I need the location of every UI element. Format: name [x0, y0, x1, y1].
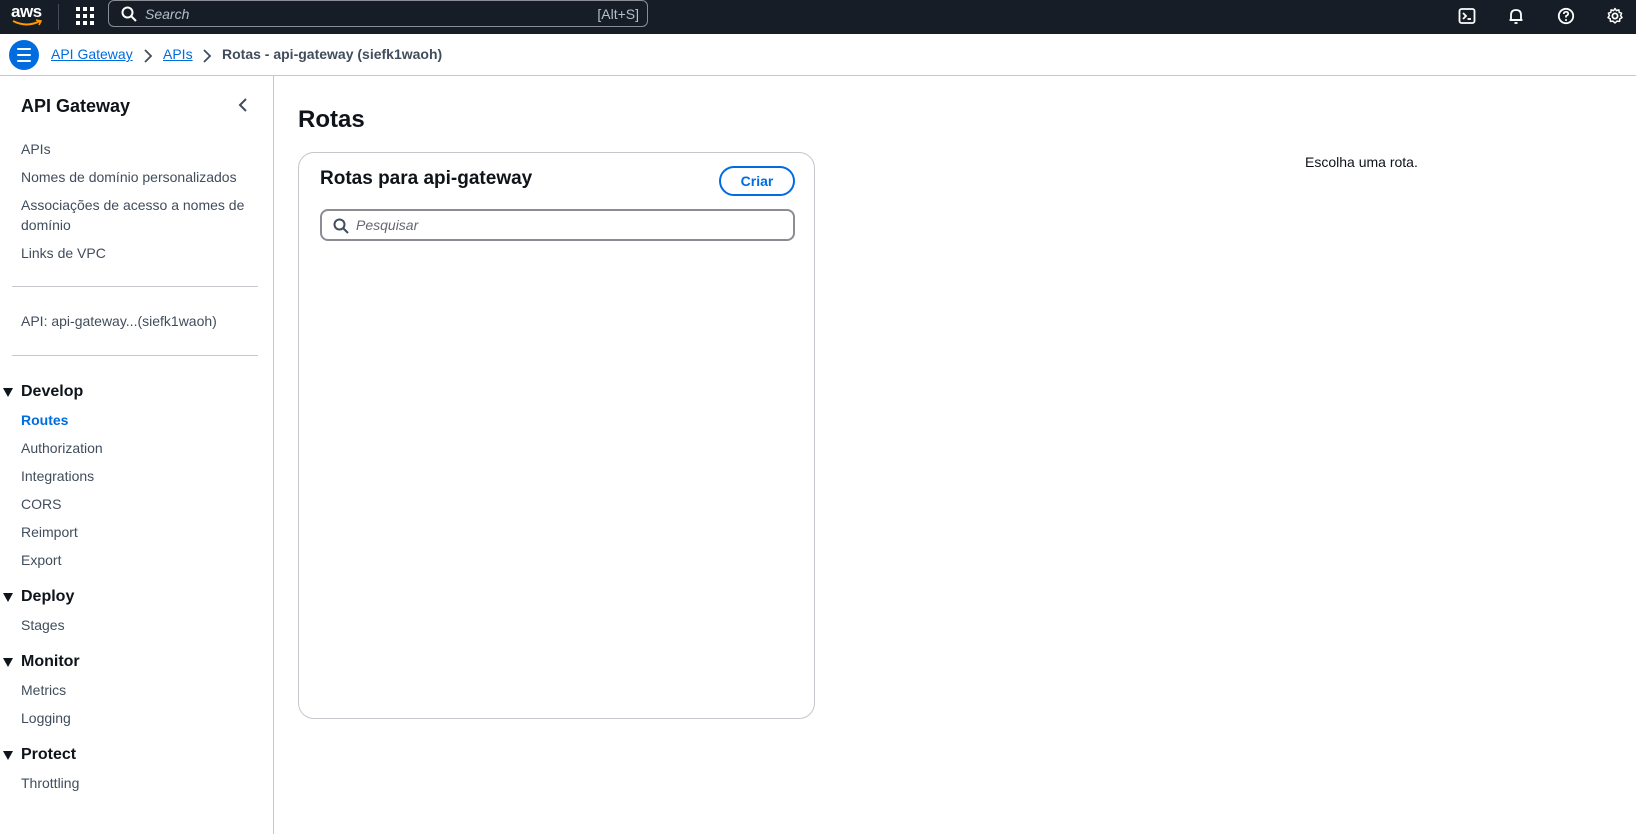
breadcrumb-apis[interactable]: APIs [163, 46, 193, 62]
section-develop[interactable]: Develop [0, 381, 83, 403]
breadcrumb-api-gateway[interactable]: API Gateway [51, 46, 133, 62]
empty-selection-hint: Escolha uma rota. [1305, 154, 1418, 170]
section-monitor[interactable]: Monitor [0, 651, 80, 673]
caret-down-icon [3, 592, 13, 602]
sidebar-divider [12, 286, 258, 287]
sidebar-item-vpc-links[interactable]: Links de VPC [21, 243, 106, 263]
routes-search-input[interactable] [356, 215, 786, 235]
collapse-sidebar-icon[interactable] [234, 96, 252, 114]
help-icon[interactable] [1555, 5, 1577, 27]
sidebar-item-metrics[interactable]: Metrics [21, 680, 66, 700]
panel-title: Rotas para api-gateway [320, 168, 533, 189]
section-label: Deploy [21, 588, 75, 605]
sidebar-item-cors[interactable]: CORS [21, 494, 61, 514]
search-placeholder: Search [145, 6, 190, 22]
routes-search-field[interactable] [320, 209, 795, 241]
nav-divider [58, 4, 59, 30]
chevron-right-icon [144, 49, 153, 63]
top-navigation: aws Search [Alt+S] [0, 0, 1636, 34]
bell-icon[interactable] [1505, 5, 1527, 27]
section-protect[interactable]: Protect [0, 744, 76, 766]
sidebar-item-stages[interactable]: Stages [21, 615, 65, 635]
sidebar-item-authorization[interactable]: Authorization [21, 438, 103, 458]
search-shortcut: [Alt+S] [597, 6, 639, 22]
page-title: Rotas [298, 106, 365, 133]
caret-down-icon [3, 387, 13, 397]
sidebar-item-export[interactable]: Export [21, 550, 61, 570]
sidebar-item-throttling[interactable]: Throttling [21, 773, 79, 793]
sidebar-item-reimport[interactable]: Reimport [21, 522, 78, 542]
sidebar-item-domain-access[interactable]: Associações de acesso a nomes de domínio [21, 195, 251, 235]
cloudshell-icon[interactable] [1456, 5, 1478, 27]
sidebar-item-routes[interactable]: Routes [21, 410, 68, 430]
search-icon [333, 218, 349, 234]
breadcrumb-bar: API Gateway APIs Rotas - api-gateway (si… [0, 34, 1636, 76]
sidebar-item-integrations[interactable]: Integrations [21, 466, 94, 486]
aws-logo[interactable]: aws [10, 2, 44, 30]
section-label: Develop [21, 383, 84, 400]
services-grid-icon[interactable] [74, 5, 94, 25]
sidebar-item-api[interactable]: API: api-gateway...(siefk1waoh) [21, 311, 217, 331]
section-label: Protect [21, 746, 77, 763]
hamburger-menu-icon[interactable] [9, 40, 39, 70]
gear-icon[interactable] [1604, 5, 1626, 27]
side-navigation: API Gateway APIs Nomes de domínio person… [0, 76, 274, 834]
sidebar-item-logging[interactable]: Logging [21, 708, 71, 728]
sidebar-divider [12, 355, 258, 356]
chevron-right-icon [203, 49, 212, 63]
caret-down-icon [3, 657, 13, 667]
sidebar-title: API Gateway [21, 96, 131, 116]
caret-down-icon [3, 750, 13, 760]
create-route-button[interactable]: Criar [719, 166, 795, 196]
sidebar-item-apis[interactable]: APIs [21, 139, 51, 159]
section-label: Monitor [21, 653, 80, 670]
search-icon [121, 6, 137, 22]
sidebar-item-custom-domains[interactable]: Nomes de domínio personalizados [21, 167, 237, 187]
global-search-input[interactable]: Search [Alt+S] [108, 0, 648, 27]
breadcrumb-current: Rotas - api-gateway (siefk1waoh) [222, 46, 443, 62]
routes-panel: Rotas para api-gateway Criar [298, 152, 815, 719]
section-deploy[interactable]: Deploy [0, 586, 74, 608]
